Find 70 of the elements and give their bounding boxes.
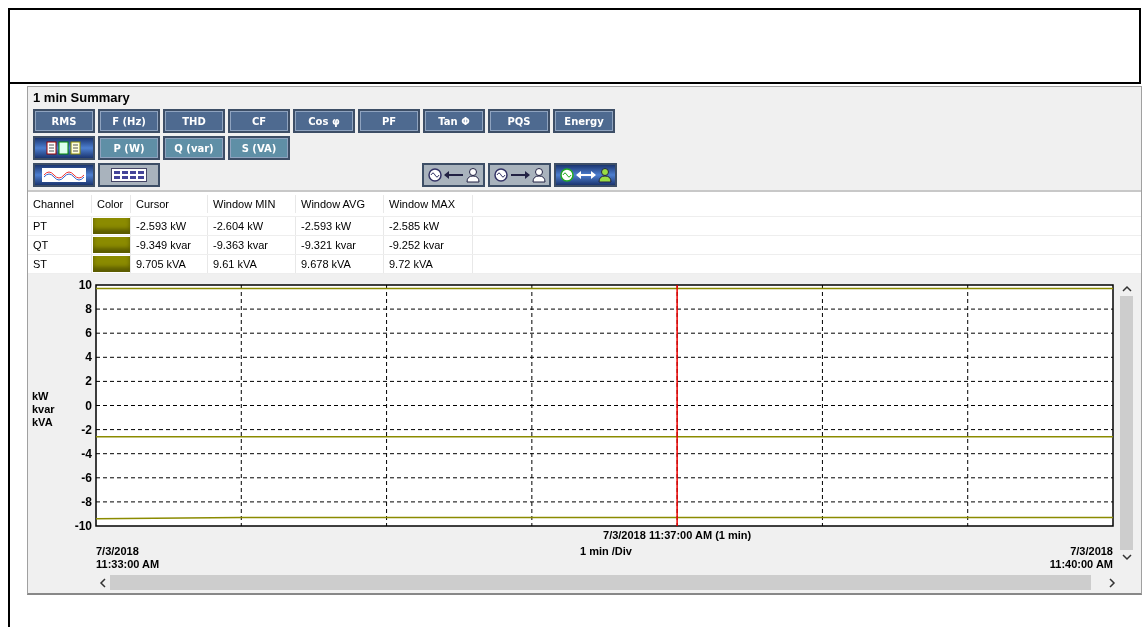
measure-button[interactable]: RMS <box>33 109 95 133</box>
panel-title: 1 min Summary <box>33 89 131 107</box>
y-tick-label: -2 <box>81 422 92 437</box>
table-cell: 9.61 kVA <box>208 255 296 273</box>
y-tick-label: 6 <box>85 326 92 341</box>
table-cell: -2.604 kW <box>208 217 296 235</box>
time-cursor[interactable]: 7/3/2018 11:37:00 AM (1 min) <box>603 284 752 541</box>
y-axis-unit: kvar <box>32 403 55 415</box>
column-header: Color <box>92 195 131 213</box>
table-cell: QT <box>28 236 92 254</box>
measure-button[interactable]: F (Hz) <box>98 109 160 133</box>
measure-button[interactable]: PF <box>358 109 420 133</box>
y-tick-label: 0 <box>85 398 92 413</box>
arrow-left-icon <box>426 167 481 183</box>
table-cell: 9.72 kVA <box>384 255 473 273</box>
column-header: Cursor <box>131 195 208 213</box>
table-cell: -2.593 kW <box>296 217 384 235</box>
vertical-scrollbar[interactable] <box>1119 285 1134 561</box>
table-cell: 9.678 kVA <box>296 255 384 273</box>
double-arrow-icon <box>558 167 613 183</box>
table-cell: PT <box>28 217 92 235</box>
table-cell: -9.363 kvar <box>208 236 296 254</box>
y-axis-unit: kVA <box>32 416 53 428</box>
arrow-right-icon <box>492 167 547 183</box>
y-tick-label: -6 <box>81 470 92 485</box>
measure-button[interactable]: CF <box>228 109 290 133</box>
end-time: 11:40:00 AM <box>1049 558 1113 570</box>
scroll-up-icon[interactable] <box>1121 285 1132 293</box>
meters-icon <box>44 141 84 155</box>
column-header: Window MAX <box>384 195 473 213</box>
measure-button[interactable]: Tan Φ <box>423 109 485 133</box>
measure-button[interactable]: S (VA) <box>228 136 290 160</box>
y-tick-label: -10 <box>74 519 92 533</box>
table-cell: -9.252 kvar <box>384 236 473 254</box>
y-tick-label: 2 <box>85 374 92 389</box>
waveform-view-button[interactable] <box>33 163 95 187</box>
column-header: Window AVG <box>296 195 384 213</box>
meters-view-button[interactable] <box>33 136 95 160</box>
measure-button[interactable]: PQS <box>488 109 550 133</box>
y-tick-label: 8 <box>85 302 92 317</box>
column-header: Window MIN <box>208 195 296 213</box>
y-tick-label: 10 <box>78 278 92 292</box>
y-tick-label: -8 <box>81 494 92 509</box>
division-label: 1 min /Div <box>580 545 632 557</box>
y-tick-label: -4 <box>81 446 92 461</box>
measure-button[interactable]: Q (var) <box>163 136 225 160</box>
scroll-down-icon[interactable] <box>1121 553 1132 561</box>
end-date: 7/3/2018 <box>1070 545 1113 557</box>
transfer-direction-button[interactable] <box>554 163 617 187</box>
measure-button[interactable]: Cos φ <box>293 109 355 133</box>
y-axis-unit: kW <box>32 390 49 402</box>
measure-button[interactable]: THD <box>163 109 225 133</box>
table-cell: 9.705 kVA <box>131 255 208 273</box>
table-cell: ST <box>28 255 92 273</box>
transfer-direction-button[interactable] <box>488 163 551 187</box>
column-header: Channel <box>28 195 92 213</box>
transfer-direction-button[interactable] <box>422 163 485 187</box>
table-cell: -9.321 kvar <box>296 236 384 254</box>
start-time: 11:33:00 AM <box>96 558 160 570</box>
measure-button[interactable]: Energy <box>553 109 615 133</box>
waveform-icon <box>42 168 86 182</box>
cursor-time-label: 7/3/2018 11:37:00 AM (1 min) <box>603 529 752 541</box>
start-date: 7/3/2018 <box>96 545 139 557</box>
table-icon <box>111 168 147 182</box>
table-cell: -9.349 kvar <box>131 236 208 254</box>
measure-button[interactable]: P (W) <box>98 136 160 160</box>
table-cell: -2.593 kW <box>131 217 208 235</box>
table-view-button[interactable] <box>98 163 160 187</box>
y-tick-label: 4 <box>85 350 92 365</box>
table-cell: -2.585 kW <box>384 217 473 235</box>
